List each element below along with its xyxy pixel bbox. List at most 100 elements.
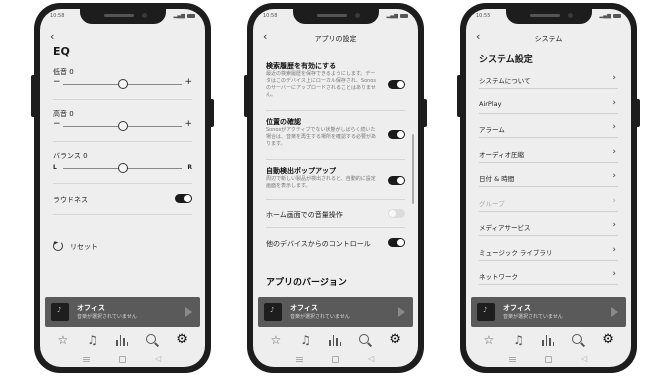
- system-list-item-label: オーディオ圧縮: [479, 150, 525, 159]
- music-icon[interactable]: [297, 331, 315, 349]
- home-volume-toggle[interactable]: [388, 209, 405, 218]
- system-list-item-label: システムについて: [479, 77, 531, 85]
- chevron-right-icon: ›: [612, 269, 616, 279]
- system-list-item[interactable]: ネットワーク ›: [479, 269, 618, 291]
- settings-icon[interactable]: ⚙: [599, 331, 617, 349]
- chevron-right-icon: ›: [612, 244, 616, 255]
- bass-slider[interactable]: − +: [53, 77, 192, 89]
- location-desc: Sonosがアクティブでない状態がしばらく続いた場合は、音楽を再生する場所を確認…: [266, 127, 377, 147]
- home-icon[interactable]: [332, 356, 340, 363]
- battery-icon: [400, 14, 408, 18]
- page-title: アプリの設定: [314, 35, 357, 43]
- divider: [479, 259, 618, 261]
- recent-apps-icon[interactable]: [295, 357, 303, 362]
- favorites-icon[interactable]: ☆: [267, 331, 285, 349]
- chevron-right-icon: ›: [612, 122, 616, 132]
- now-playing-bar[interactable]: オフィス 音楽が選択されていません: [471, 297, 626, 327]
- play-icon[interactable]: [611, 307, 618, 317]
- recent-apps-icon[interactable]: [508, 357, 516, 362]
- divider: [53, 214, 192, 215]
- nav-back-icon[interactable]: [368, 354, 375, 364]
- divider: [53, 183, 192, 184]
- bass-min: −: [53, 77, 61, 87]
- recent-apps-icon[interactable]: [82, 357, 90, 362]
- reset-button[interactable]: リセット: [70, 242, 98, 252]
- home-icon[interactable]: [119, 356, 127, 363]
- nav-back-icon[interactable]: [581, 354, 588, 364]
- system-nav-bar: [253, 352, 418, 367]
- page-title: システム: [534, 35, 563, 43]
- system-list-item[interactable]: オーディオ圧縮 ›: [479, 146, 618, 169]
- treble-slider[interactable]: − +: [53, 119, 192, 131]
- rooms-icon[interactable]: [113, 331, 131, 349]
- album-art-icon: [477, 303, 495, 321]
- rooms-icon[interactable]: [539, 331, 557, 349]
- app-version-heading: アプリのバージョン: [266, 278, 347, 288]
- settings-icon[interactable]: ⚙: [173, 331, 191, 349]
- search-icon[interactable]: [143, 331, 161, 349]
- status-bar: 10:58 ▂▄▆: [50, 13, 195, 21]
- music-icon[interactable]: [510, 331, 528, 349]
- balance-left: L: [53, 164, 57, 171]
- treble-slider-handle[interactable]: [117, 121, 128, 131]
- balance-right: R: [187, 164, 192, 171]
- now-playing-room: オフィス: [77, 304, 105, 312]
- system-list-item-label: メディアサービス: [479, 224, 531, 232]
- divider: [479, 210, 618, 212]
- other-devices-label: 他のデバイスからのコントロール: [266, 240, 371, 248]
- status-bar: 10:55 ▂▄▆: [476, 13, 621, 21]
- system-nav-bar: [466, 352, 631, 367]
- search-history-toggle[interactable]: [388, 80, 405, 89]
- system-list-item[interactable]: ミュージック ライブラリ ›: [479, 244, 618, 267]
- divider: [479, 186, 618, 187]
- balance-label: バランス 0: [53, 152, 88, 160]
- other-devices-toggle[interactable]: [388, 238, 405, 247]
- loudness-toggle[interactable]: [175, 194, 192, 203]
- favorites-icon[interactable]: ☆: [54, 331, 72, 349]
- location-toggle[interactable]: [388, 130, 405, 139]
- divider: [479, 137, 618, 138]
- system-settings-heading: システム設定: [479, 55, 533, 65]
- settings-icon[interactable]: ⚙: [386, 331, 404, 349]
- bass-label: 低音 0: [53, 68, 74, 76]
- divider: [266, 199, 405, 200]
- tab-bar: ☆ ⚙: [466, 329, 631, 351]
- treble-max: +: [184, 119, 192, 129]
- music-icon[interactable]: [84, 331, 102, 349]
- home-icon[interactable]: [545, 356, 553, 363]
- location-title: 位置の確認: [266, 118, 301, 126]
- balance-slider-handle[interactable]: [117, 163, 128, 173]
- scrollbar[interactable]: [412, 134, 414, 204]
- system-list-item[interactable]: システムについて ›: [479, 73, 618, 95]
- system-list-item[interactable]: メディアサービス ›: [479, 220, 618, 242]
- play-icon[interactable]: [398, 307, 405, 317]
- chevron-right-icon: ›: [612, 146, 616, 157]
- rooms-icon[interactable]: [326, 331, 344, 349]
- tab-bar: ☆ ⚙: [253, 329, 418, 351]
- system-list-item[interactable]: アラーム ›: [479, 122, 618, 144]
- divider: [479, 161, 618, 163]
- now-playing-bar[interactable]: オフィス 音楽が選択されていません: [258, 297, 413, 327]
- system-nav-bar: [40, 352, 205, 367]
- system-list-item[interactable]: AirPlay ›: [479, 98, 618, 120]
- search-icon[interactable]: [356, 331, 374, 349]
- favorites-icon[interactable]: ☆: [480, 331, 498, 349]
- auto-detect-toggle[interactable]: [388, 176, 405, 185]
- search-icon[interactable]: [569, 331, 587, 349]
- back-button[interactable]: ‹: [50, 31, 54, 42]
- system-list-item[interactable]: 日付 & 時間 ›: [479, 171, 618, 193]
- system-list-item: グループ ›: [479, 196, 618, 218]
- divider: [53, 141, 192, 142]
- now-playing-bar[interactable]: オフィス 音楽が選択されていません: [45, 297, 200, 327]
- balance-slider[interactable]: L R: [53, 163, 192, 173]
- treble-label: 高音 0: [53, 110, 74, 118]
- status-time: 10:55: [476, 13, 491, 19]
- signal-icon: ▂▄▆: [173, 13, 185, 19]
- play-icon[interactable]: [185, 307, 192, 317]
- reset-icon[interactable]: [53, 241, 63, 251]
- nav-back-icon[interactable]: [155, 354, 162, 364]
- chevron-right-icon: ›: [612, 73, 616, 83]
- divider: [479, 284, 618, 285]
- bass-slider-handle[interactable]: [117, 79, 128, 89]
- signal-icon: ▂▄▆: [386, 13, 398, 19]
